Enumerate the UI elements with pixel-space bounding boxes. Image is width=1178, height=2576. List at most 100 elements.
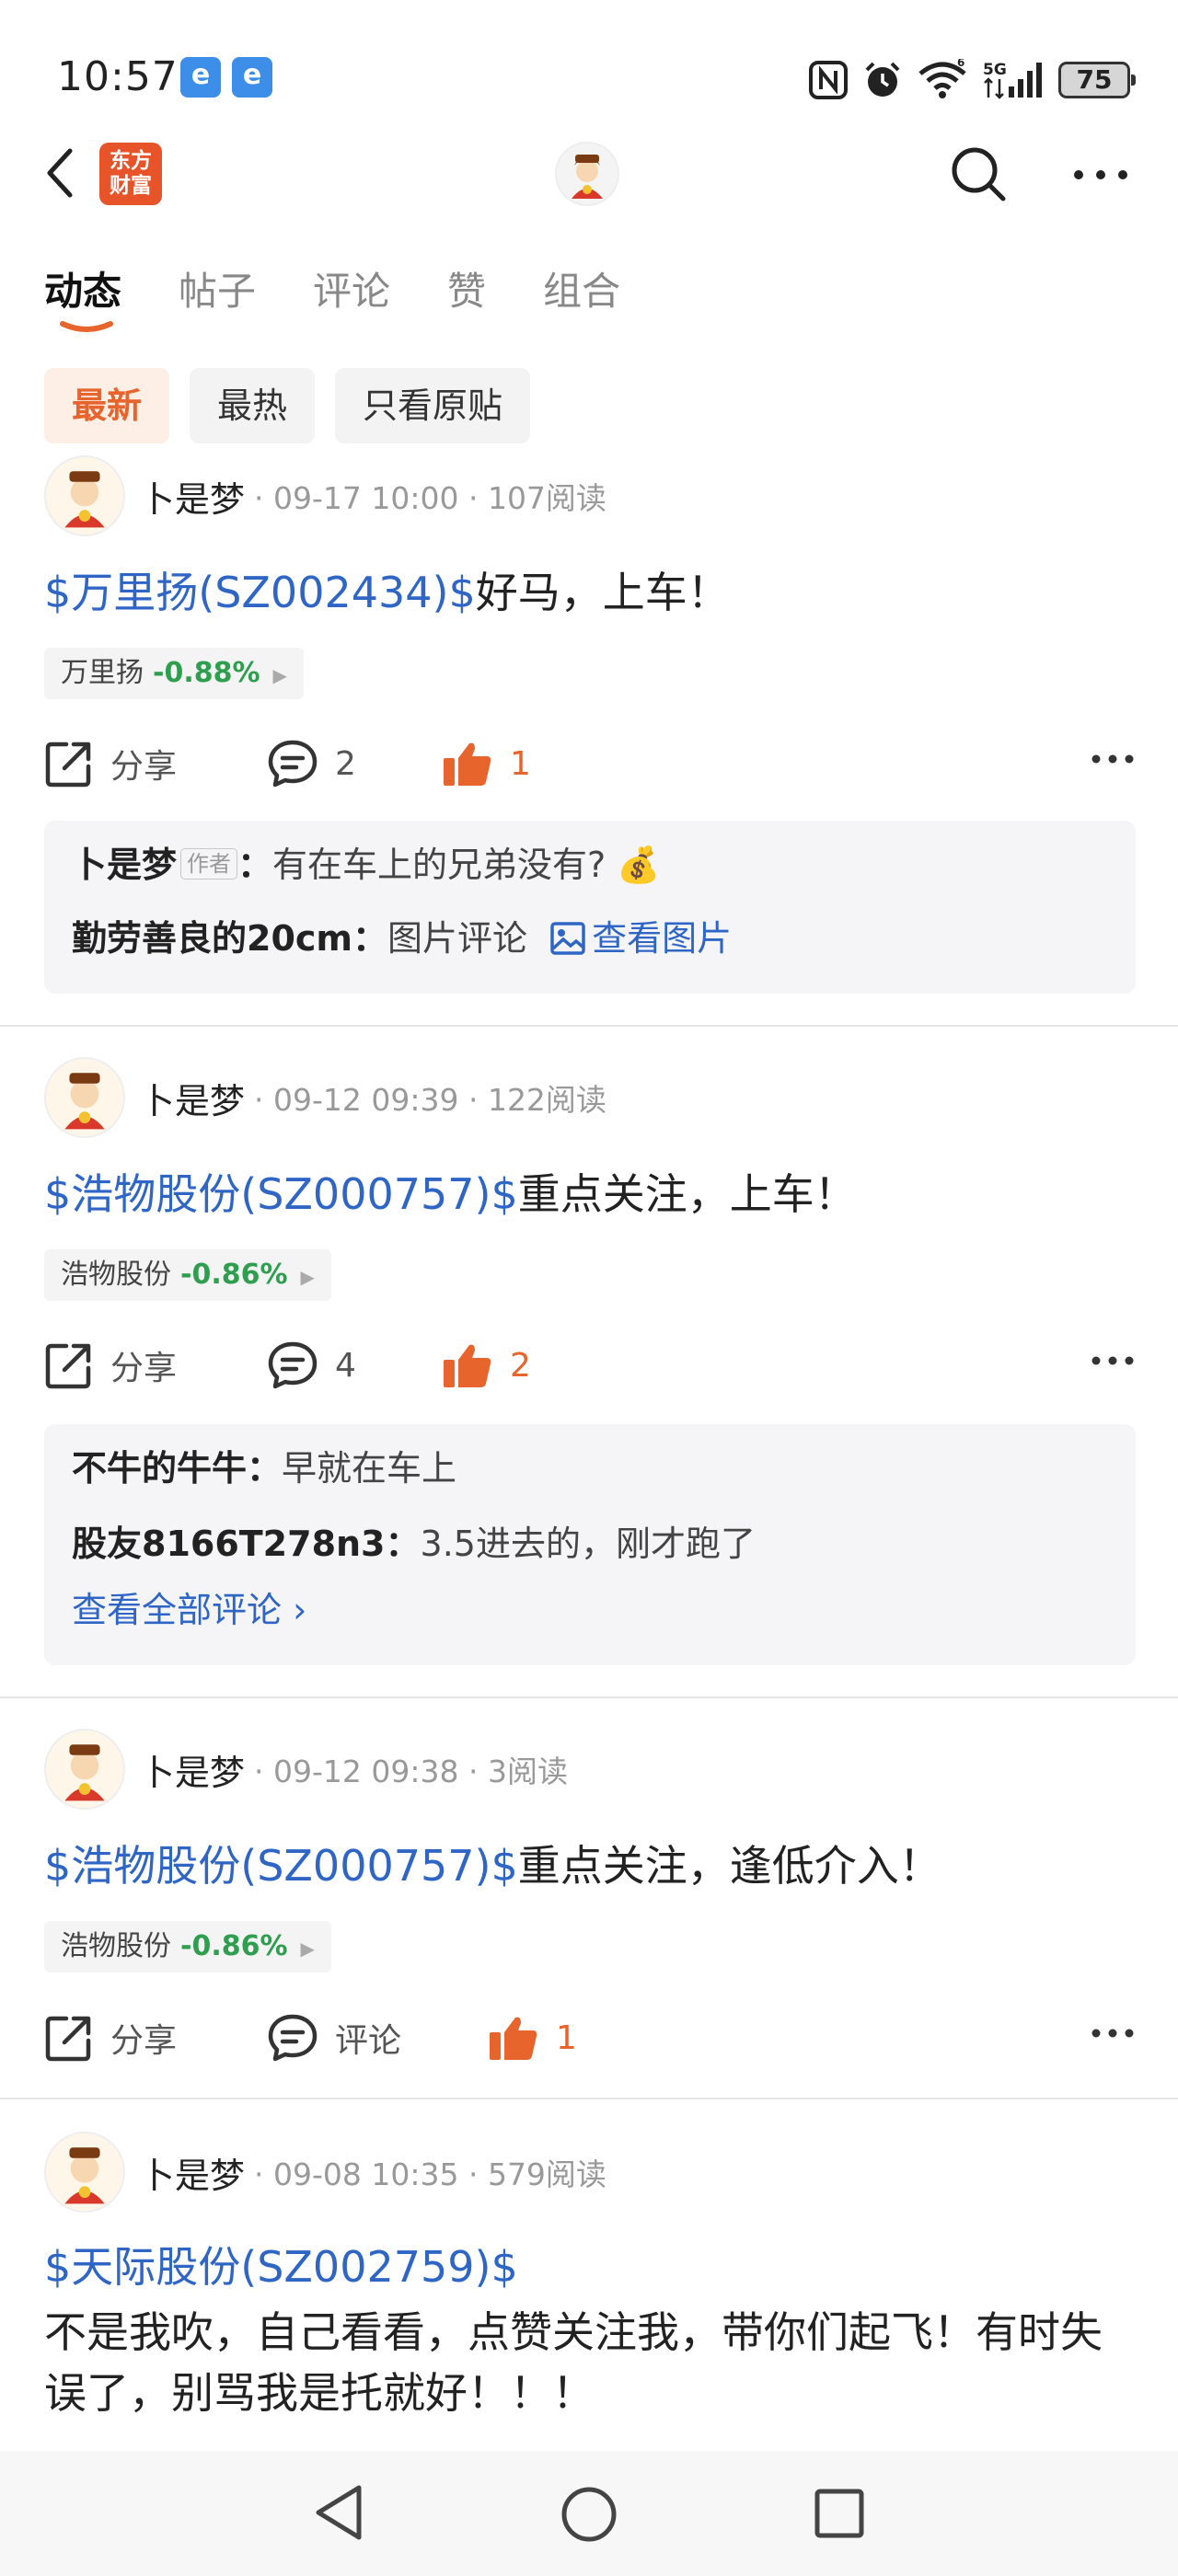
- comment-text: 早就在车上: [282, 1448, 457, 1489]
- svg-text:5G: 5G: [983, 61, 1007, 79]
- share-button[interactable]: 分享: [44, 731, 177, 796]
- profile-tabs: 动态 帖子 评论 赞 组合: [44, 260, 620, 334]
- more-options-icon[interactable]: [1073, 169, 1128, 180]
- nav-back-icon[interactable]: [311, 2482, 366, 2543]
- post-text: 好马，上车！: [475, 568, 730, 617]
- post-content[interactable]: $浩物股份(SZ000757)$重点关注，逢低介入！: [44, 1836, 941, 1895]
- app-logo-text: 东方: [110, 149, 152, 173]
- author-name[interactable]: 卜是梦: [140, 1744, 245, 1795]
- post-actions: 分享 2 1: [44, 731, 1134, 796]
- stock-link[interactable]: $浩物股份(SZ000757)$: [44, 1169, 518, 1219]
- play-arrow-icon: ▶: [272, 664, 287, 686]
- stock-link[interactable]: $天际股份(SZ002759)$: [44, 2237, 518, 2296]
- like-button[interactable]: 1: [442, 731, 531, 796]
- nav-home-icon[interactable]: [560, 2486, 618, 2543]
- comment-item: 卜是梦 作者 ：有在车上的兄弟没有? 💰: [72, 845, 661, 885]
- thumbs-up-icon: [444, 1344, 491, 1387]
- stock-quote-tag[interactable]: 浩物股份 -0.86% ▶: [44, 1921, 331, 1972]
- comment-count: 4: [335, 1346, 356, 1385]
- tab-comments[interactable]: 评论: [313, 260, 390, 334]
- battery-indicator: 75: [1058, 62, 1136, 98]
- post-meta: · 09-08 10:35 · 579阅读: [254, 2156, 606, 2192]
- stock-link-text: $天际股份(SZ002759)$: [44, 2242, 518, 2292]
- thumbs-up-icon: [490, 2017, 537, 2060]
- comment-preview[interactable]: 卜是梦 作者 ：有在车上的兄弟没有? 💰 勤劳善良的20cm：图片评论 查看图片: [44, 821, 1136, 994]
- share-label: 分享: [110, 1350, 178, 1387]
- like-button[interactable]: 2: [442, 1333, 531, 1397]
- cellular-5g-icon: 5G: [983, 61, 1042, 99]
- notification-app-icon: e: [180, 57, 221, 98]
- post-more-icon[interactable]: [1091, 2028, 1134, 2039]
- author-avatar[interactable]: [44, 2132, 125, 2213]
- post-meta: · 09-12 09:38 · 3阅读: [254, 1754, 568, 1789]
- stock-link[interactable]: $浩物股份(SZ000757)$: [44, 1841, 518, 1891]
- author-name[interactable]: 卜是梦: [140, 1073, 245, 1123]
- commenter-name[interactable]: 勤劳善良的20cm: [72, 918, 352, 959]
- comment-text: 图片评论: [387, 918, 528, 959]
- post-text: 重点关注，上车！: [517, 1169, 857, 1219]
- post-more-icon[interactable]: [1091, 753, 1134, 765]
- post-content[interactable]: $万里扬(SZ002434)$好马，上车！: [44, 563, 730, 622]
- view-image-link[interactable]: 查看图片: [538, 918, 732, 959]
- stock-change: -0.88%: [153, 657, 260, 689]
- post-more-icon[interactable]: [1091, 1355, 1134, 1366]
- comment-button[interactable]: 4: [267, 1333, 356, 1397]
- filter-original-only[interactable]: 只看原贴: [335, 368, 531, 443]
- comment-text: 有在车上的兄弟没有? 💰: [272, 845, 661, 885]
- comment-label: 评论: [335, 2022, 402, 2060]
- view-all-comments-link[interactable]: 查看全部评论 ›: [72, 1584, 1108, 1636]
- share-button[interactable]: 分享: [44, 1333, 177, 1397]
- post-meta: · 09-17 10:00 · 107阅读: [254, 480, 606, 516]
- tab-likes[interactable]: 赞: [447, 260, 486, 334]
- post-text: 重点关注，逢低介入！: [517, 1841, 941, 1891]
- status-time: 10:57: [57, 53, 179, 100]
- author-avatar[interactable]: [44, 1057, 125, 1138]
- like-button[interactable]: 1: [488, 2006, 577, 2070]
- commenter-name[interactable]: 卜是梦: [72, 845, 177, 885]
- comment-icon: [268, 1341, 318, 1389]
- post-divider: [0, 1025, 1178, 1027]
- nav-recents-icon[interactable]: [814, 2488, 865, 2539]
- app-logo[interactable]: 东方 财富: [99, 143, 162, 205]
- nfc-icon: [809, 61, 848, 99]
- share-icon: [45, 2016, 91, 2062]
- play-arrow-icon: ▶: [300, 1266, 315, 1288]
- commenter-name[interactable]: 股友8166T278n3: [72, 1524, 386, 1564]
- search-icon[interactable]: [950, 145, 1007, 202]
- profile-avatar[interactable]: [555, 142, 619, 206]
- stock-change: -0.86%: [180, 1930, 288, 1962]
- post-content[interactable]: $浩物股份(SZ000757)$重点关注，上车！: [44, 1165, 857, 1224]
- author-badge: 作者: [180, 848, 238, 880]
- comment-item: 股友8166T278n3：3.5进去的，刚才跑了: [72, 1524, 756, 1564]
- author-avatar[interactable]: [44, 455, 125, 536]
- share-button[interactable]: 分享: [44, 2006, 177, 2070]
- filter-latest[interactable]: 最新: [44, 368, 170, 443]
- comment-button[interactable]: 2: [267, 731, 356, 796]
- post-divider: [0, 2098, 1178, 2099]
- wifi-icon: 6: [918, 59, 966, 98]
- stock-name: 浩物股份: [61, 1930, 171, 1962]
- tab-portfolio[interactable]: 组合: [543, 260, 620, 334]
- comment-preview[interactable]: 不牛的牛牛：早就在车上 股友8166T278n3：3.5进去的，刚才跑了 查看全…: [44, 1424, 1136, 1665]
- post-meta: · 09-12 09:39 · 122阅读: [254, 1082, 606, 1118]
- stock-quote-tag[interactable]: 万里扬 -0.88% ▶: [44, 648, 304, 699]
- image-icon: [550, 922, 585, 955]
- comment-button[interactable]: 评论: [267, 2006, 401, 2070]
- stock-name: 浩物股份: [61, 1259, 171, 1291]
- app-logo-text: 财富: [110, 174, 152, 198]
- filter-hottest[interactable]: 最热: [190, 368, 316, 443]
- comment-count: 2: [335, 744, 356, 783]
- stock-quote-tag[interactable]: 浩物股份 -0.86% ▶: [44, 1249, 331, 1301]
- author-name[interactable]: 卜是梦: [140, 2147, 245, 2198]
- thumbs-up-icon: [444, 742, 491, 786]
- stock-link[interactable]: $万里扬(SZ002434)$: [44, 568, 476, 617]
- back-arrow-icon[interactable]: [42, 145, 79, 201]
- author-name[interactable]: 卜是梦: [140, 471, 245, 522]
- share-label: 分享: [110, 748, 178, 786]
- commenter-name[interactable]: 不牛的牛牛: [72, 1448, 247, 1489]
- caishen-avatar-icon: [64, 471, 105, 528]
- post-text[interactable]: 不是我吹，自己看看，点赞关注我，带你们起飞！有时失误了，别骂我是托就好！！！: [44, 2302, 1139, 2423]
- author-avatar[interactable]: [44, 1729, 125, 1810]
- tab-posts[interactable]: 帖子: [179, 260, 256, 334]
- play-arrow-icon: ▶: [300, 1938, 315, 1960]
